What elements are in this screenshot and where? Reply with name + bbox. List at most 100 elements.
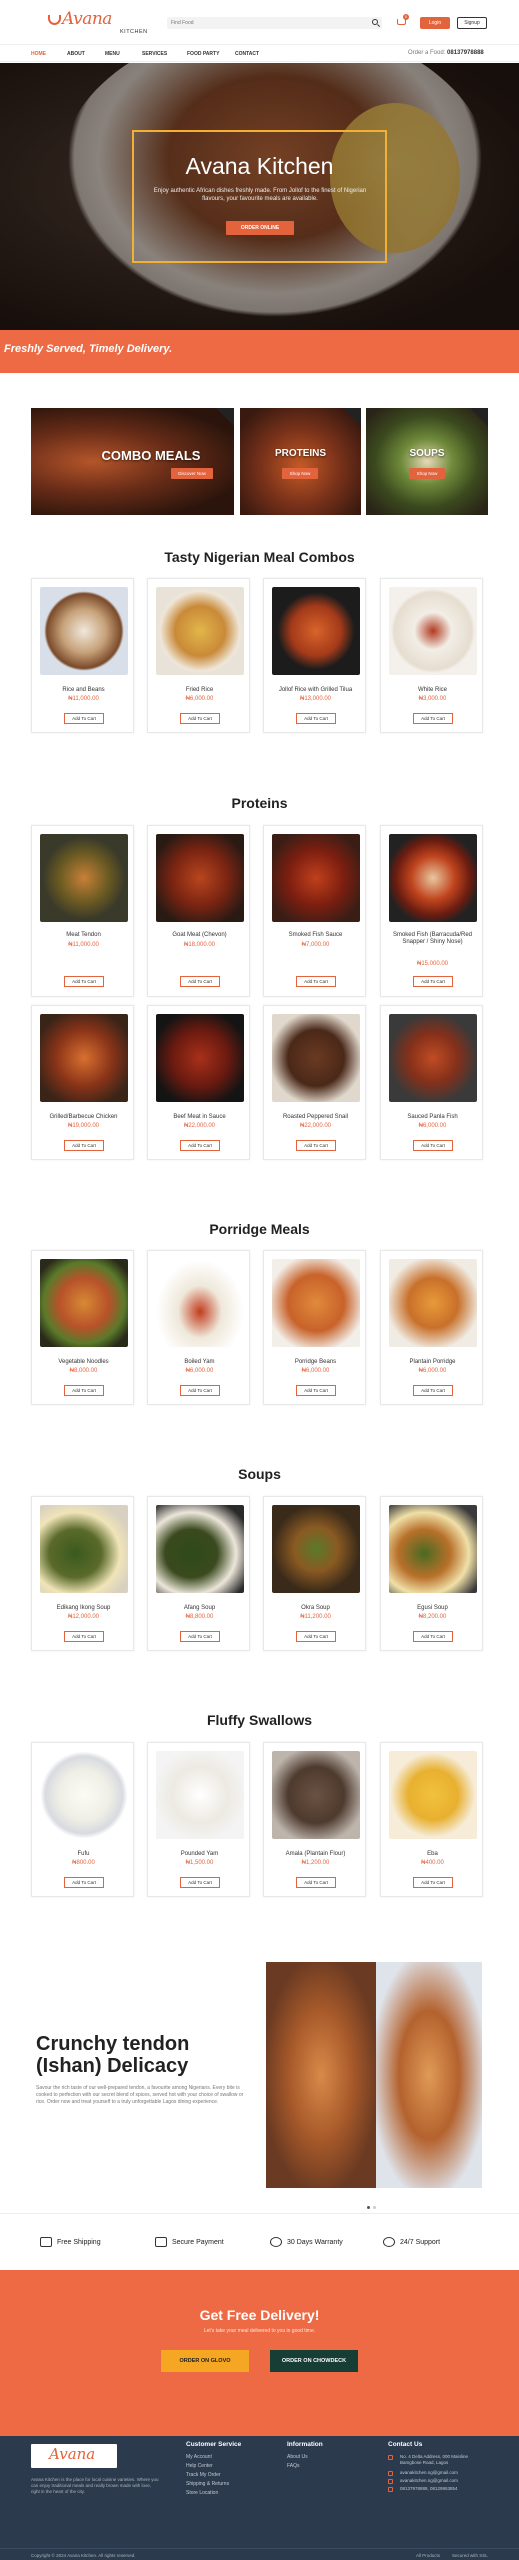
add-to-cart-button[interactable]: Add To Cart <box>413 1385 453 1396</box>
shop-now-button[interactable]: Shop Now <box>409 468 445 479</box>
add-to-cart-button[interactable]: Add To Cart <box>413 1631 453 1642</box>
product-card[interactable]: Beef Meat in Sauce ₦22,000.00 Add To Car… <box>147 1005 250 1160</box>
signup-button[interactable]: Signup <box>457 17 487 29</box>
add-to-cart-button[interactable]: Add To Cart <box>413 1877 453 1888</box>
add-to-cart-button[interactable]: Add To Cart <box>296 713 336 724</box>
order-online-button[interactable]: ORDER ONLINE <box>226 221 294 235</box>
product-card[interactable]: Egusi Soup ₦8,200.00 Add To Cart <box>380 1496 483 1651</box>
add-to-cart-button[interactable]: Add To Cart <box>180 1140 220 1151</box>
product-card[interactable]: Boiled Yam ₦6,000.00 Add To Cart <box>147 1250 250 1405</box>
product-card[interactable]: Goat Meat (Chevon) ₦18,000.00 Add To Car… <box>147 825 250 997</box>
discover-now-button[interactable]: Discover Now <box>171 468 213 479</box>
product-image <box>40 834 128 922</box>
product-price: ₦8,200.00 <box>418 1614 447 1620</box>
add-to-cart-button[interactable]: Add To Cart <box>413 976 453 987</box>
nav-item-services[interactable]: SERVICES <box>142 51 167 57</box>
footer-bottom-link[interactable]: Secured with SSL <box>452 2553 488 2558</box>
add-to-cart-button[interactable]: Add To Cart <box>64 1385 104 1396</box>
category-badge <box>216 408 234 426</box>
footer-link[interactable]: About Us <box>287 2454 308 2460</box>
category-soups[interactable]: SOUPS Shop Now <box>366 408 488 515</box>
category-combo-meals[interactable]: COMBO MEALS Discover Now <box>31 408 234 515</box>
product-card[interactable]: Edikang Ikong Soup ₦12,000.00 Add To Car… <box>31 1496 134 1651</box>
add-to-cart-button[interactable]: Add To Cart <box>64 976 104 987</box>
add-to-cart-button[interactable]: Add To Cart <box>64 1140 104 1151</box>
nav-item-about[interactable]: ABOUT <box>67 51 85 57</box>
add-to-cart-button[interactable]: Add To Cart <box>64 1631 104 1642</box>
add-to-cart-button[interactable]: Add To Cart <box>296 1140 336 1151</box>
product-card[interactable]: Sauced Panla Fish ₦6,000.00 Add To Cart <box>380 1005 483 1160</box>
product-card[interactable]: Eba ₦400.00 Add To Cart <box>380 1742 483 1897</box>
carousel-dot[interactable] <box>367 2206 370 2209</box>
product-card[interactable]: Amala (Plantain Flour) ₦1,200.00 Add To … <box>263 1742 366 1897</box>
nav-item-menu[interactable]: MENU <box>105 51 120 57</box>
product-card[interactable]: Pounded Yam ₦1,500.00 Add To Cart <box>147 1742 250 1897</box>
nav-item-contact[interactable]: CONTACT <box>235 51 259 57</box>
footer-link[interactable]: FAQs <box>287 2463 300 2469</box>
carousel-dot[interactable] <box>373 2206 376 2209</box>
footer-logo[interactable]: Avana <box>31 2444 117 2468</box>
cart-button[interactable]: 0 <box>397 14 409 27</box>
product-name: Okra Soup <box>301 1605 330 1611</box>
product-card[interactable]: Rice and Beans ₦11,000.00 Add To Cart <box>31 578 134 733</box>
footer-link[interactable]: Help Center <box>186 2463 213 2469</box>
login-button[interactable]: Login <box>420 17 450 29</box>
product-card[interactable]: Meat Tendon ₦11,000.00 Add To Cart <box>31 825 134 997</box>
add-to-cart-button[interactable]: Add To Cart <box>64 1877 104 1888</box>
footer-link[interactable]: Shipping & Returns <box>186 2481 229 2487</box>
product-card[interactable]: Smoked Fish Sauce ₦7,000.00 Add To Cart <box>263 825 366 997</box>
product-image <box>156 834 244 922</box>
product-image <box>272 1259 360 1347</box>
add-to-cart-button[interactable]: Add To Cart <box>180 1385 220 1396</box>
product-card[interactable]: Grilled/Barbecue Chicken ₦19,000.00 Add … <box>31 1005 134 1160</box>
add-to-cart-button[interactable]: Add To Cart <box>413 713 453 724</box>
add-to-cart-button[interactable]: Add To Cart <box>64 713 104 724</box>
add-to-cart-button[interactable]: Add To Cart <box>296 1631 336 1642</box>
footer-link[interactable]: My Account <box>186 2454 212 2460</box>
product-card[interactable]: Plantain Porridge ₦6,000.00 Add To Cart <box>380 1250 483 1405</box>
nav-item-home[interactable]: HOME <box>31 51 46 57</box>
product-card[interactable]: Okra Soup ₦11,200.00 Add To Cart <box>263 1496 366 1651</box>
add-to-cart-button[interactable]: Add To Cart <box>296 1385 336 1396</box>
order-on-glovo-button[interactable]: ORDER ON GLOVO <box>161 2350 249 2372</box>
product-card[interactable]: Roasted Peppered Snail ₦22,000.00 Add To… <box>263 1005 366 1160</box>
footer-bottom-link[interactable]: All Products <box>416 2553 440 2558</box>
order-phone[interactable]: Order a Food: 08137978888 <box>408 50 484 56</box>
product-image <box>40 1014 128 1102</box>
order-on-chowdeck-button[interactable]: ORDER ON CHOWDECK <box>270 2350 358 2372</box>
footer-link[interactable]: Store Location <box>186 2490 218 2496</box>
product-name: Pounded Yam <box>180 1851 219 1857</box>
add-to-cart-button[interactable]: Add To Cart <box>180 713 220 724</box>
footer-link[interactable]: Track My Order <box>186 2472 221 2478</box>
product-image <box>156 1505 244 1593</box>
product-card[interactable]: Vegetable Noodles ₦8,000.00 Add To Cart <box>31 1250 134 1405</box>
footer-email[interactable]: avanakitchen.ng@gmail.com <box>400 2478 490 2484</box>
product-card[interactable]: Smoked Fish (Barracuda/Red Snapper / Shi… <box>380 825 483 997</box>
product-card[interactable]: Jollof Rice with Grilled Tilua ₦13,000.0… <box>263 578 366 733</box>
product-image <box>40 1259 128 1347</box>
add-to-cart-button[interactable]: Add To Cart <box>180 1631 220 1642</box>
card-icon <box>155 2237 167 2247</box>
product-card[interactable]: Fried Rice ₦6,000.00 Add To Cart <box>147 578 250 733</box>
shop-now-button[interactable]: Shop Now <box>282 468 318 479</box>
add-to-cart-button[interactable]: Add To Cart <box>413 1140 453 1151</box>
product-name: Goat Meat (Chevon) <box>172 932 227 938</box>
footer-phone[interactable]: 08137978888, 08129953854 <box>400 2486 490 2492</box>
category-proteins[interactable]: PROTEINS Shop Now <box>240 408 361 515</box>
site-logo[interactable]: Avana KITCHEN <box>48 9 147 37</box>
nav-item-food-party[interactable]: FOOD PARTY <box>187 51 219 57</box>
footer-email[interactable]: avanakitchen.ng@gmail.com <box>400 2470 490 2476</box>
product-card[interactable]: Fufu ₦800.00 Add To Cart <box>31 1742 134 1897</box>
add-to-cart-button[interactable]: Add To Cart <box>180 1877 220 1888</box>
product-name: Egusi Soup <box>417 1605 448 1611</box>
product-card[interactable]: Porridge Beans ₦6,000.00 Add To Cart <box>263 1250 366 1405</box>
add-to-cart-button[interactable]: Add To Cart <box>296 1877 336 1888</box>
search-input[interactable] <box>171 18 361 28</box>
search-icon[interactable] <box>372 19 378 25</box>
product-card[interactable]: Afang Soup ₦8,800.00 Add To Cart <box>147 1496 250 1651</box>
add-to-cart-button[interactable]: Add To Cart <box>180 976 220 987</box>
carousel-dots[interactable] <box>367 2196 379 2214</box>
product-image <box>40 1751 128 1839</box>
add-to-cart-button[interactable]: Add To Cart <box>296 976 336 987</box>
product-card[interactable]: White Rice ₦3,000.00 Add To Cart <box>380 578 483 733</box>
